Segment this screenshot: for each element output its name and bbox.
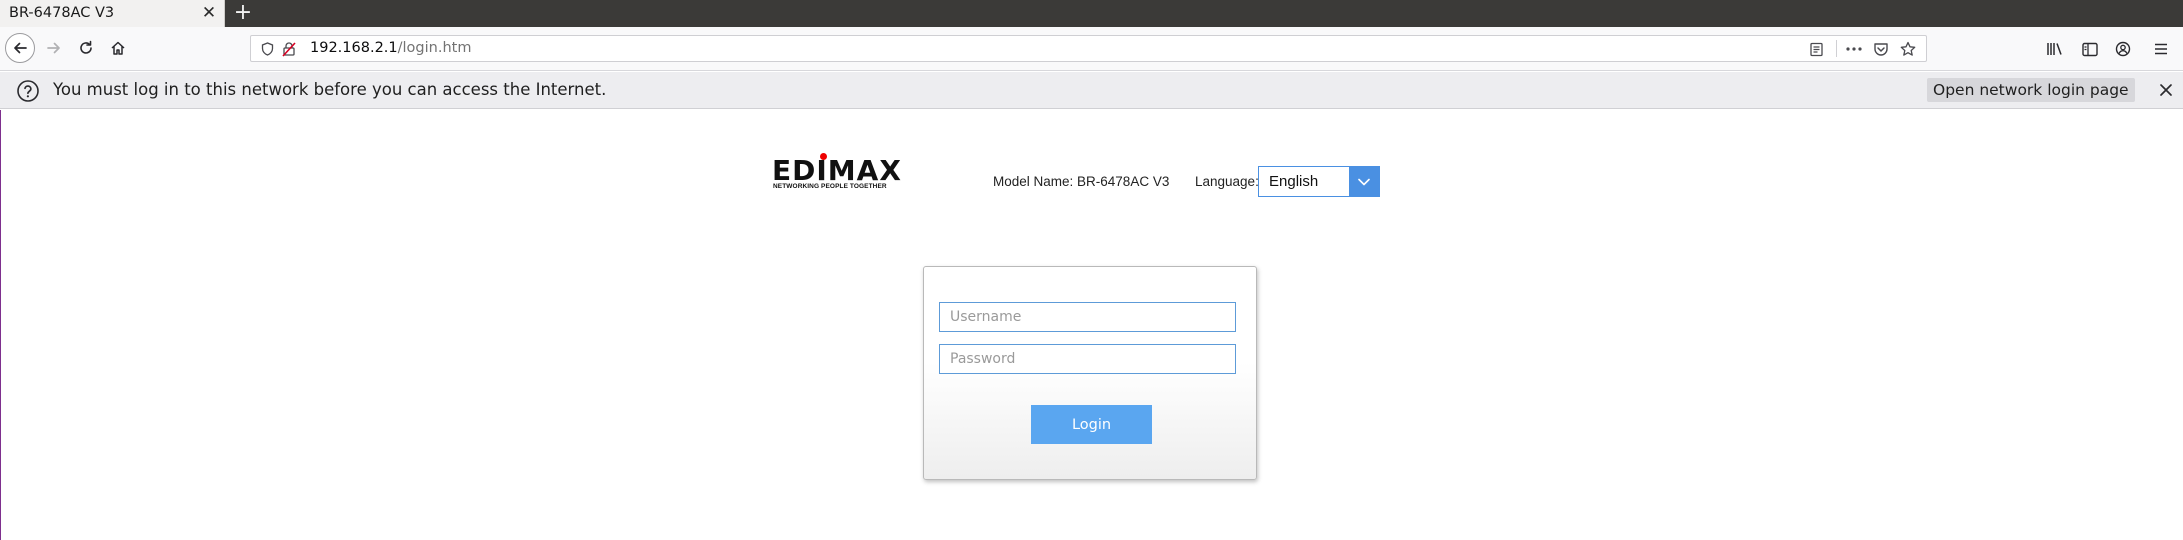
hamburger-menu-icon[interactable]	[2152, 40, 2170, 58]
page-edge	[0, 110, 1, 540]
logo-wordmark: EDIMAX	[772, 154, 902, 187]
language-select[interactable]: English	[1258, 166, 1380, 197]
password-input[interactable]	[939, 344, 1236, 374]
browser-tab[interactable]: BR-6478AC V3 ✕	[0, 0, 225, 27]
login-panel: Login	[923, 266, 1257, 480]
question-icon	[16, 79, 40, 103]
logo-tagline: NETWORKING PEOPLE TOGETHER	[773, 183, 887, 190]
new-tab-plus-icon[interactable]: +	[230, 1, 256, 25]
login-button[interactable]: Login	[1031, 405, 1152, 444]
sidebar-icon[interactable]	[2081, 40, 2099, 58]
shield-icon[interactable]	[258, 40, 276, 58]
nav-bar: 192.168.2.1/login.htm	[0, 27, 2183, 71]
language-value: English	[1269, 173, 1319, 190]
tab-strip: BR-6478AC V3 ✕ +	[0, 0, 2183, 27]
library-icon[interactable]	[2046, 40, 2064, 58]
tab-close-icon[interactable]: ✕	[200, 4, 218, 22]
edimax-logo: EDIMAX NETWORKING PEOPLE TOGETHER	[772, 153, 901, 193]
url-text[interactable]: 192.168.2.1/login.htm	[310, 40, 471, 56]
notification-close-icon[interactable]	[2156, 80, 2176, 100]
url-host: 192.168.2.1	[310, 40, 398, 56]
url-divider	[1836, 40, 1837, 57]
home-icon[interactable]	[103, 33, 133, 63]
lock-insecure-icon[interactable]	[280, 40, 298, 58]
language-label: Language:	[1195, 174, 1259, 189]
logo-dot	[820, 153, 827, 160]
model-name: Model Name: BR-6478AC V3	[993, 174, 1170, 189]
captive-portal-notification: You must log in to this network before y…	[0, 72, 2183, 109]
url-bar[interactable]: 192.168.2.1/login.htm	[250, 35, 1927, 62]
username-input[interactable]	[939, 302, 1236, 332]
back-arrow-icon[interactable]	[5, 33, 35, 63]
forward-arrow-icon[interactable]	[39, 33, 69, 63]
account-icon[interactable]	[2114, 40, 2132, 58]
pocket-icon[interactable]	[1872, 40, 1890, 58]
star-bookmark-icon[interactable]	[1899, 40, 1917, 58]
url-path: /login.htm	[397, 40, 472, 56]
reader-view-icon[interactable]	[1807, 40, 1825, 58]
reload-icon[interactable]	[71, 33, 101, 63]
chevron-down-icon[interactable]	[1349, 167, 1379, 196]
open-network-login-button[interactable]: Open network login page	[1927, 78, 2135, 102]
tab-title: BR-6478AC V3	[9, 5, 115, 21]
ellipsis-icon[interactable]	[1845, 40, 1863, 58]
notification-message: You must log in to this network before y…	[53, 80, 607, 99]
